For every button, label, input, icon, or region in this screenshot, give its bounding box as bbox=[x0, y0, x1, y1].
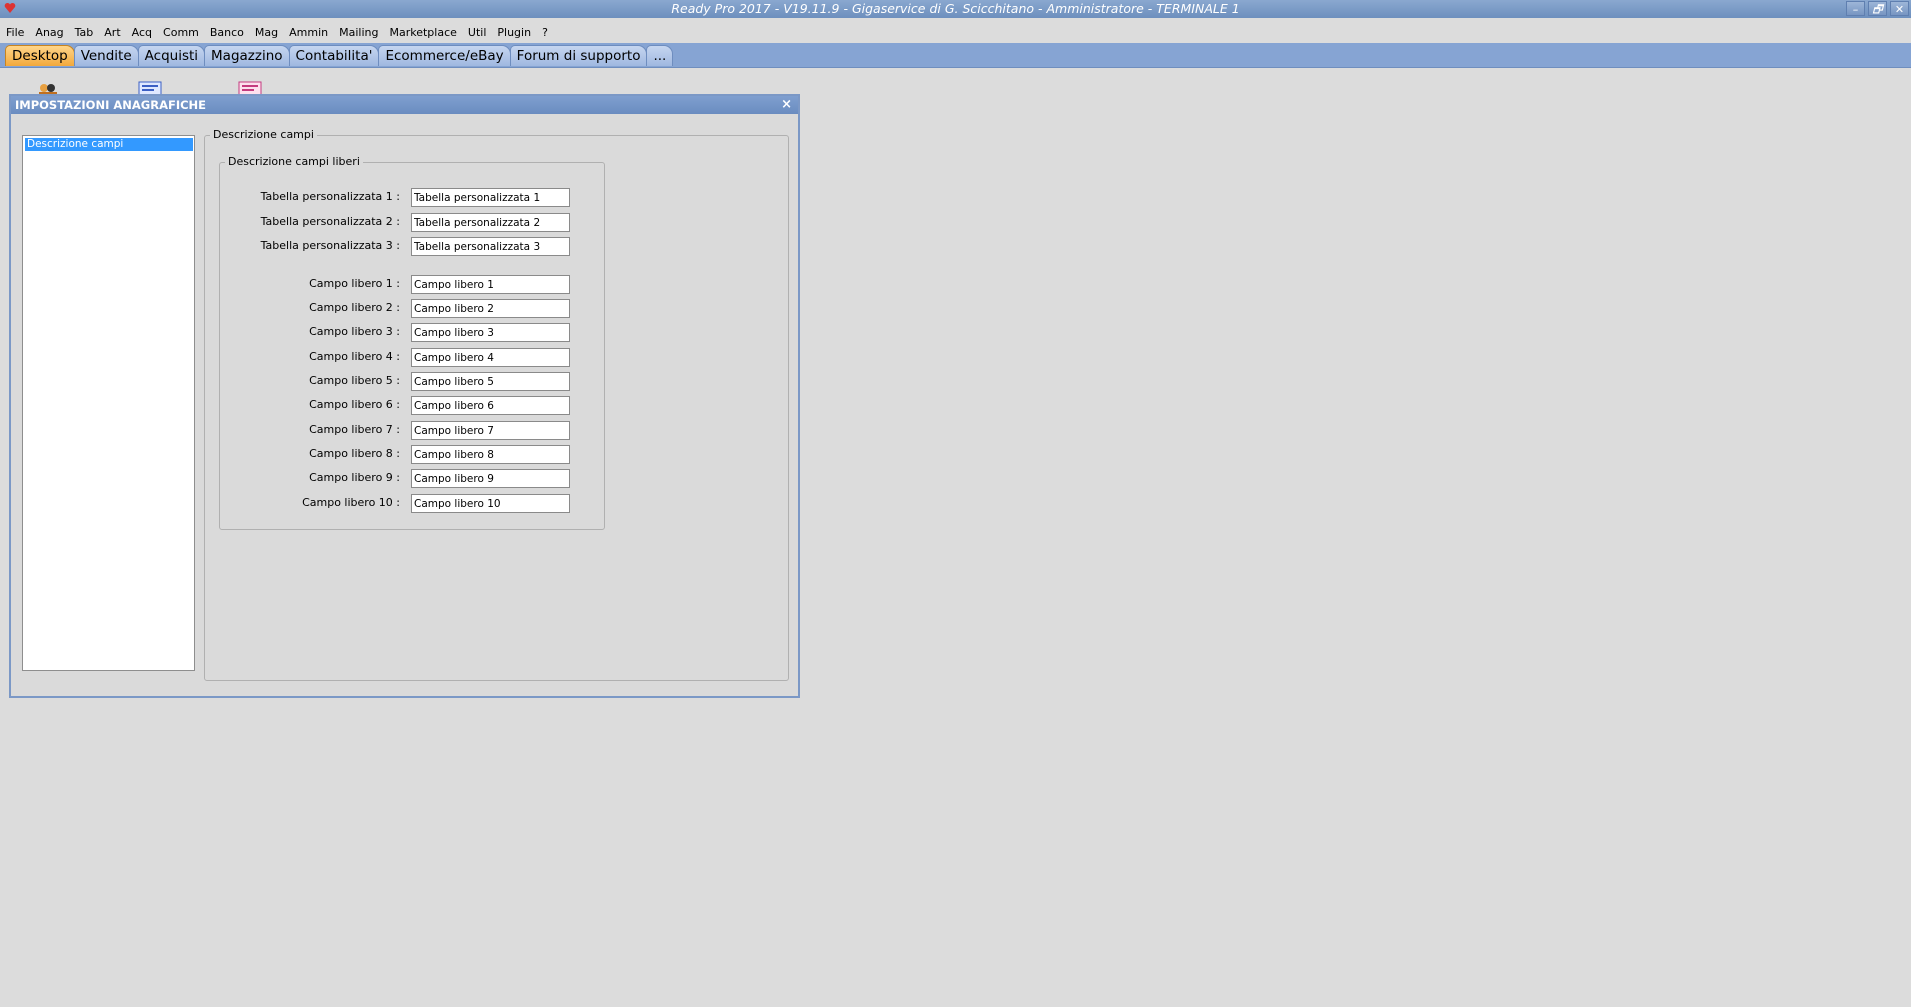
menu-mag[interactable]: Mag bbox=[255, 26, 284, 39]
field-label: Campo libero 2 : bbox=[309, 301, 400, 314]
field-row: Tabella personalizzata 1 : bbox=[11, 188, 791, 207]
window-title: Ready Pro 2017 - V19.11.9 - Gigaservice … bbox=[671, 1, 1240, 16]
tab-magazzino[interactable]: Magazzino bbox=[204, 45, 290, 66]
field-row: Campo libero 10 : bbox=[11, 494, 791, 513]
module-tab-bar: Desktop Vendite Acquisti Magazzino Conta… bbox=[0, 43, 1911, 68]
campo-libero-2-input[interactable] bbox=[411, 299, 570, 318]
field-label: Campo libero 4 : bbox=[309, 350, 400, 363]
tab-contabilita[interactable]: Contabilita' bbox=[288, 45, 380, 66]
dialog-close-icon[interactable]: × bbox=[781, 96, 792, 113]
campo-libero-4-input[interactable] bbox=[411, 348, 570, 367]
tab-more[interactable]: ... bbox=[646, 45, 674, 66]
field-row: Tabella personalizzata 3 : bbox=[11, 237, 791, 256]
campo-libero-9-input[interactable] bbox=[411, 469, 570, 488]
menu-marketplace[interactable]: Marketplace bbox=[389, 26, 462, 39]
field-label: Campo libero 5 : bbox=[309, 374, 400, 387]
field-label: Campo libero 9 : bbox=[309, 471, 400, 484]
campo-libero-7-input[interactable] bbox=[411, 421, 570, 440]
tab-vendite[interactable]: Vendite bbox=[73, 45, 139, 66]
field-row: Campo libero 3 : bbox=[11, 323, 791, 342]
field-label: Campo libero 6 : bbox=[309, 398, 400, 411]
campo-libero-10-input[interactable] bbox=[411, 494, 570, 513]
descrizione-campi-liberi-group-label: Descrizione campi liberi bbox=[225, 155, 363, 168]
minimize-button[interactable]: – bbox=[1846, 1, 1865, 16]
field-row: Campo libero 6 : bbox=[11, 396, 791, 415]
field-label: Campo libero 8 : bbox=[309, 447, 400, 460]
impostazioni-anagrafiche-dialog: IMPOSTAZIONI ANAGRAFICHE × Descrizione c… bbox=[9, 94, 800, 698]
campo-libero-3-input[interactable] bbox=[411, 323, 570, 342]
field-row: Campo libero 8 : bbox=[11, 445, 791, 464]
campo-libero-8-input[interactable] bbox=[411, 445, 570, 464]
campo-libero-5-input[interactable] bbox=[411, 372, 570, 391]
field-label: Campo libero 3 : bbox=[309, 325, 400, 338]
campo-libero-6-input[interactable] bbox=[411, 396, 570, 415]
menu-comm[interactable]: Comm bbox=[163, 26, 205, 39]
close-window-button[interactable]: ✕ bbox=[1890, 1, 1909, 16]
menu-art[interactable]: Art bbox=[104, 26, 126, 39]
field-label: Tabella personalizzata 1 : bbox=[260, 190, 400, 203]
descrizione-campi-group-label: Descrizione campi bbox=[210, 128, 317, 141]
menu-tab[interactable]: Tab bbox=[75, 26, 100, 39]
field-row: Campo libero 5 : bbox=[11, 372, 791, 391]
menu-file[interactable]: File bbox=[6, 26, 30, 39]
campo-libero-1-input[interactable] bbox=[411, 275, 570, 294]
menu-bar: File Anag Tab Art Acq Comm Banco Mag Amm… bbox=[0, 22, 1911, 42]
tab-desktop[interactable]: Desktop bbox=[5, 45, 75, 66]
window-titlebar: Ready Pro 2017 - V19.11.9 - Gigaservice … bbox=[0, 0, 1911, 18]
menu-mailing[interactable]: Mailing bbox=[339, 26, 384, 39]
field-label: Tabella personalizzata 2 : bbox=[260, 215, 400, 228]
tabella-personalizzata-2-input[interactable] bbox=[411, 213, 570, 232]
tabella-personalizzata-3-input[interactable] bbox=[411, 237, 570, 256]
tab-ecommerce[interactable]: Ecommerce/eBay bbox=[378, 45, 511, 66]
menu-acq[interactable]: Acq bbox=[132, 26, 158, 39]
field-label: Campo libero 7 : bbox=[309, 423, 400, 436]
menu-util[interactable]: Util bbox=[468, 26, 492, 39]
menu-banco[interactable]: Banco bbox=[210, 26, 250, 39]
tab-acquisti[interactable]: Acquisti bbox=[137, 45, 206, 66]
dialog-titlebar: IMPOSTAZIONI ANAGRAFICHE × bbox=[11, 96, 798, 114]
dialog-title: IMPOSTAZIONI ANAGRAFICHE bbox=[15, 98, 207, 112]
menu-anag[interactable]: Anag bbox=[35, 26, 69, 39]
field-row: Campo libero 7 : bbox=[11, 421, 791, 440]
app-heart-icon bbox=[4, 2, 16, 13]
field-label: Tabella personalizzata 3 : bbox=[260, 239, 400, 252]
field-row: Campo libero 9 : bbox=[11, 469, 791, 488]
field-label: Campo libero 10 : bbox=[302, 496, 400, 509]
field-label: Campo libero 1 : bbox=[309, 277, 400, 290]
menu-plugin[interactable]: Plugin bbox=[497, 26, 537, 39]
menu-help[interactable]: ? bbox=[542, 26, 554, 39]
list-item-descrizione-campi[interactable]: Descrizione campi bbox=[25, 138, 193, 151]
tabella-personalizzata-1-input[interactable] bbox=[411, 188, 570, 207]
field-row: Campo libero 4 : bbox=[11, 348, 791, 367]
menu-ammin[interactable]: Ammin bbox=[289, 26, 334, 39]
field-row: Tabella personalizzata 2 : bbox=[11, 213, 791, 232]
field-row: Campo libero 1 : bbox=[11, 275, 791, 294]
field-row: Campo libero 2 : bbox=[11, 299, 791, 318]
tab-forum[interactable]: Forum di supporto bbox=[509, 45, 648, 66]
restore-button[interactable]: 🗗 bbox=[1868, 1, 1887, 16]
